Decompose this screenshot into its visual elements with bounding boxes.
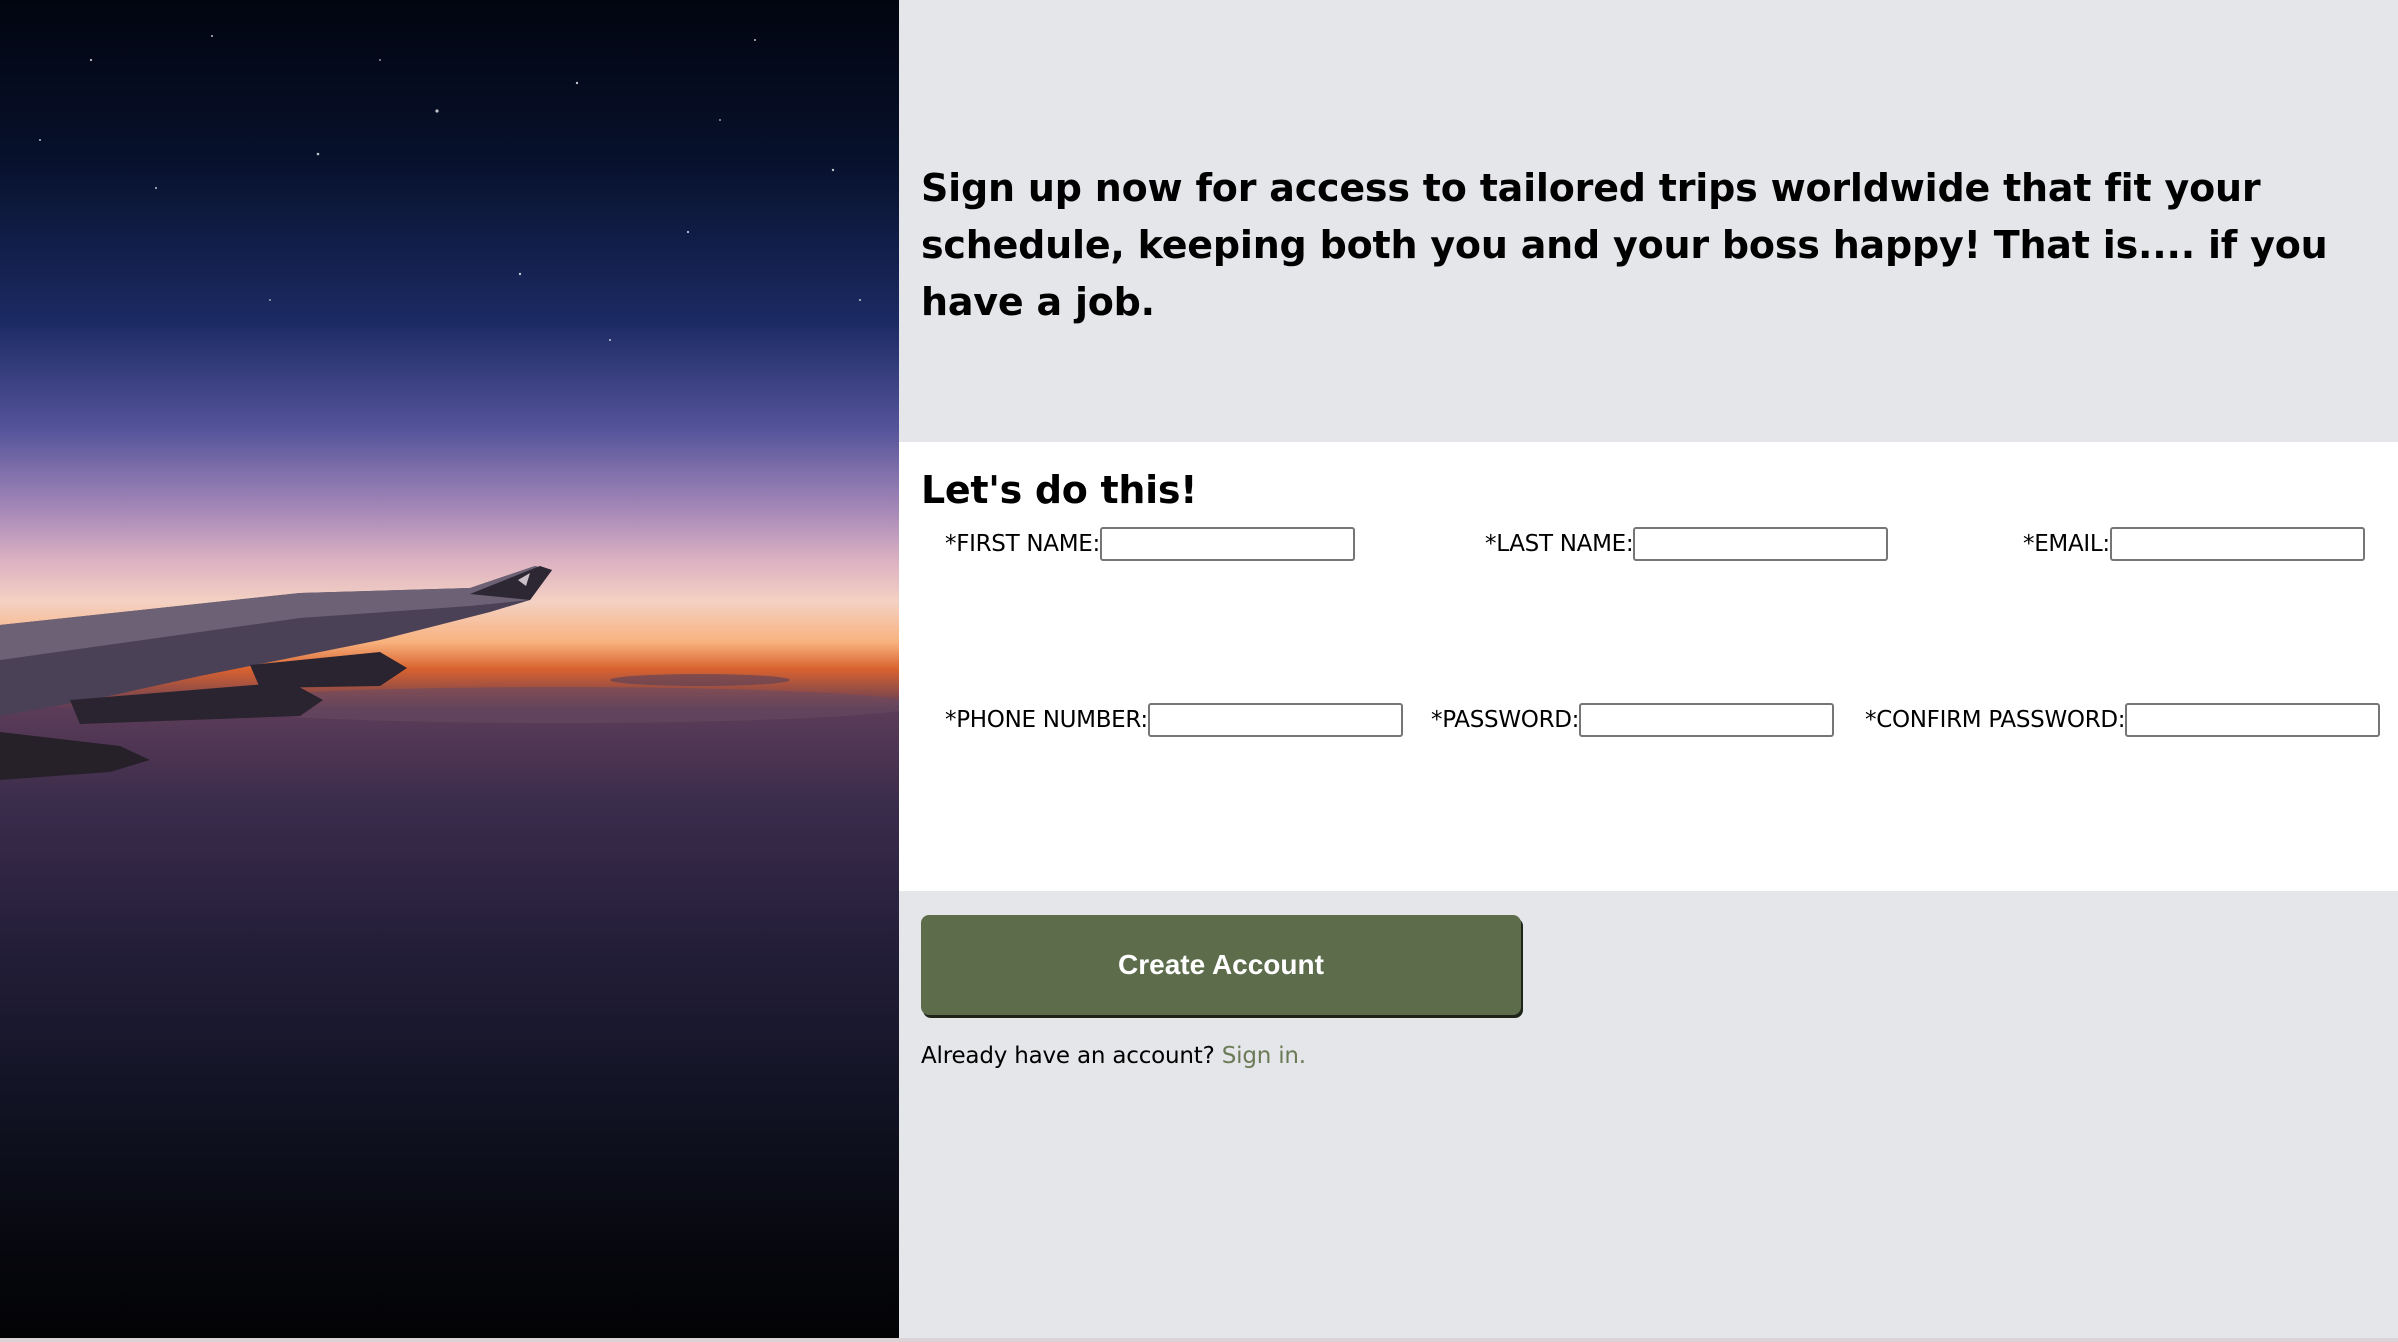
- confirm-password-input[interactable]: [2125, 703, 2381, 737]
- confirm-password-field: *CONFIRM PASSWORD:: [1865, 702, 2381, 738]
- first-name-input[interactable]: [1099, 527, 1355, 561]
- signin-prompt-line: Already have an account? Sign in.: [921, 1043, 1306, 1069]
- email-field: *EMAIL:: [2023, 526, 2365, 562]
- signin-prompt-text: Already have an account?: [921, 1043, 1215, 1069]
- airplane-wing-illustration: [0, 35, 899, 780]
- last-name-field: *LAST NAME:: [1485, 526, 1889, 562]
- signin-link[interactable]: Sign in.: [1222, 1043, 1306, 1069]
- form-title: Let's do this!: [921, 468, 1198, 512]
- phone-input[interactable]: [1147, 703, 1403, 737]
- create-account-button[interactable]: Create Account: [921, 915, 1521, 1015]
- email-label: *EMAIL:: [2023, 531, 2110, 557]
- password-field: *PASSWORD:: [1431, 702, 1835, 738]
- last-name-label: *LAST NAME:: [1485, 531, 1634, 557]
- signup-page: Sign up now for access to tailored trips…: [0, 0, 2398, 1342]
- password-input[interactable]: [1579, 703, 1835, 737]
- confirm-password-label: *CONFIRM PASSWORD:: [1865, 707, 2126, 733]
- signup-form: Let's do this! *FIRST NAME: *LAST NAME: …: [899, 442, 2398, 891]
- first-name-field: *FIRST NAME:: [945, 526, 1355, 562]
- intro-section: Sign up now for access to tailored trips…: [899, 0, 2398, 442]
- first-name-label: *FIRST NAME:: [945, 531, 1100, 557]
- last-name-input[interactable]: [1633, 527, 1889, 561]
- intro-headline: Sign up now for access to tailored trips…: [921, 166, 2328, 324]
- password-label: *PASSWORD:: [1431, 707, 1580, 733]
- hero-image: [0, 0, 899, 1338]
- phone-label: *PHONE NUMBER:: [945, 707, 1148, 733]
- page-bottom-edge: [0, 1338, 2398, 1342]
- actions-section: Create Account Already have an account? …: [899, 891, 2398, 1338]
- email-input[interactable]: [2109, 527, 2365, 561]
- phone-field: *PHONE NUMBER:: [945, 702, 1403, 738]
